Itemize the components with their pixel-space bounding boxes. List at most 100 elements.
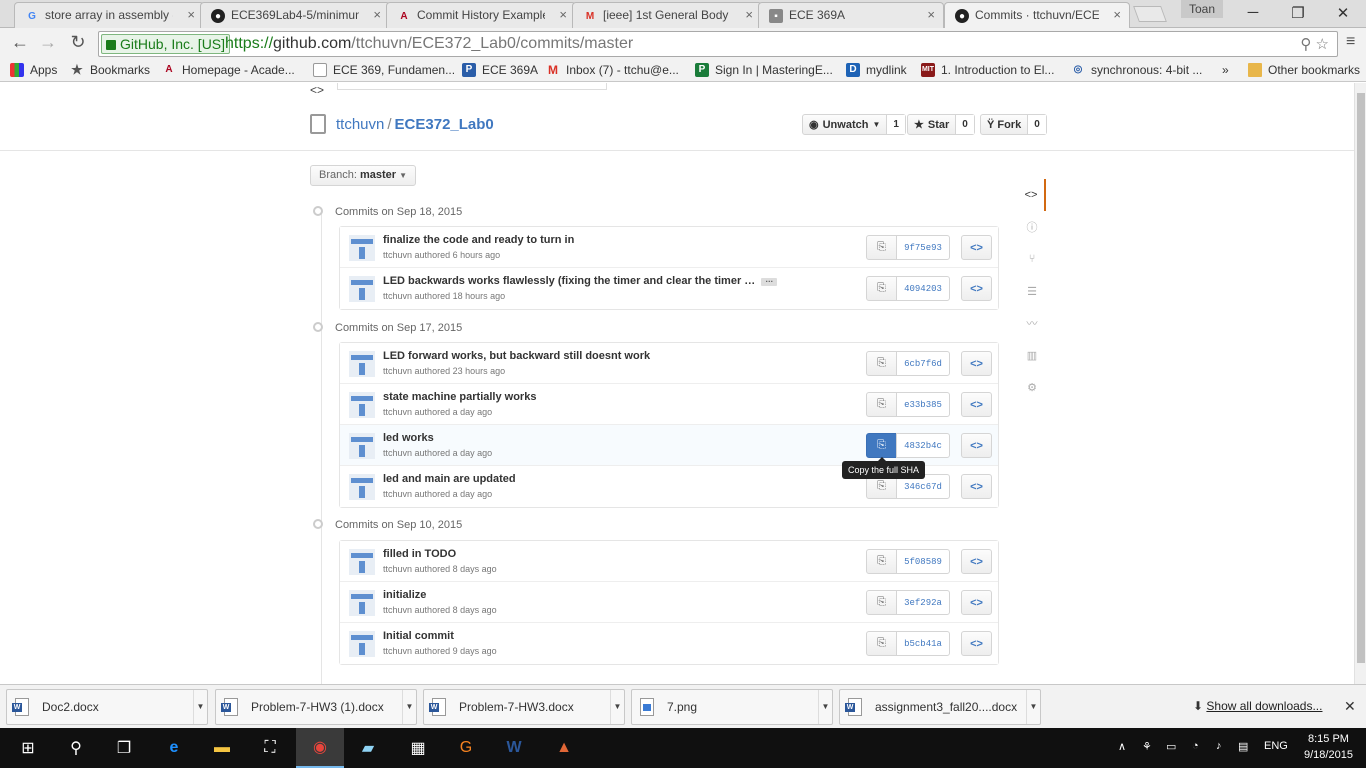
chevron-down-icon[interactable]: ▼ (193, 690, 207, 724)
commit-sha-link[interactable]: 9f75e93 (896, 235, 950, 260)
network-icon[interactable]: ▭ (1166, 740, 1176, 753)
commit-sha-link[interactable]: e33b385 (896, 392, 950, 417)
commit-sha-link[interactable]: 4094203 (896, 276, 950, 301)
browse-code-button[interactable]: <> (961, 631, 992, 656)
close-icon[interactable]: × (1113, 7, 1121, 22)
commit-author-link[interactable]: ttchuvn (383, 605, 412, 615)
foxit-pdf-icon[interactable]: G (442, 728, 490, 768)
chevron-down-icon[interactable]: ▼ (402, 690, 416, 724)
browser-tab[interactable]: ▪ ECE 369A × (758, 2, 944, 28)
copy-sha-button[interactable]: ⎘ (866, 276, 897, 301)
bookmark-star-icon[interactable]: ☆ (1316, 36, 1329, 53)
forward-icon[interactable]: → (36, 32, 60, 53)
search-icon[interactable]: ⚲ (52, 728, 100, 768)
url-text[interactable]: https://github.com/ttchuvn/ECE372_Lab0/c… (225, 35, 633, 53)
bookmark-other[interactable]: Other bookmarks (1248, 63, 1360, 77)
chrome-icon[interactable]: ◉ (296, 728, 344, 768)
commit-title-link[interactable]: finalize the code and ready to turn in (383, 234, 574, 246)
close-icon[interactable]: × (927, 7, 935, 22)
start-windows-icon[interactable]: ⊞ (4, 728, 52, 768)
reload-icon[interactable]: ↻ (66, 32, 90, 53)
profile-button[interactable]: Toan (1181, 0, 1223, 18)
nav-pull-requests[interactable]: ⑂ (1018, 243, 1046, 275)
avatar[interactable] (349, 392, 375, 418)
task-view-icon[interactable]: ❐ (100, 728, 148, 768)
word-icon[interactable]: W (490, 728, 538, 768)
avatar[interactable] (349, 235, 375, 261)
close-downloads-icon[interactable]: ✕ (1344, 698, 1356, 715)
nav-settings[interactable]: ⚙ (1018, 371, 1046, 403)
copy-sha-button[interactable]: ⎘ (866, 590, 897, 615)
browse-code-button[interactable]: <> (961, 351, 992, 376)
copy-sha-button[interactable]: ⎘ (866, 235, 897, 260)
avatar[interactable] (349, 276, 375, 302)
commit-author-link[interactable]: ttchuvn (383, 564, 412, 574)
watchers-count[interactable]: 1 (887, 115, 905, 134)
avatar[interactable] (349, 590, 375, 616)
commit-title-link[interactable]: LED backwards works flawlessly (fixing t… (383, 275, 778, 287)
avatar[interactable] (349, 351, 375, 377)
browse-code-button[interactable]: <> (961, 590, 992, 615)
star-button[interactable]: ★ Star 0 (907, 114, 975, 135)
scrollbar-thumb[interactable] (1357, 93, 1365, 663)
copy-sha-button[interactable]: ⎘ (866, 549, 897, 574)
avatar[interactable] (349, 549, 375, 575)
bookmark-apps[interactable]: Apps (10, 63, 57, 77)
download-item[interactable]: Problem-7-HW3 (1).docx ▼ (215, 689, 417, 725)
input-language[interactable]: ENG (1264, 740, 1288, 752)
fork-button[interactable]: Ÿ Fork 0 (980, 114, 1047, 135)
nav-wiki[interactable]: ☰ (1018, 275, 1046, 307)
download-item[interactable]: Problem-7-HW3.docx ▼ (423, 689, 625, 725)
download-item[interactable]: Doc2.docx ▼ (6, 689, 208, 725)
notepad-icon[interactable]: ▰ (344, 728, 392, 768)
close-icon[interactable]: × (187, 7, 195, 22)
commit-title-link[interactable]: led works (383, 432, 434, 444)
bookmark-item[interactable]: ◎ synchronous: 4-bit ... (1071, 63, 1203, 77)
back-icon[interactable]: ← (8, 32, 32, 53)
minimize-icon[interactable]: ─ (1238, 4, 1268, 21)
copy-sha-button[interactable]: ⎘ (866, 433, 897, 458)
copy-sha-button[interactable]: ⎘ (866, 351, 897, 376)
browser-tab[interactable]: ● ECE369Lab4-5/minimum × (200, 2, 390, 28)
volume-icon[interactable]: ♪ (1216, 740, 1222, 752)
commit-author-link[interactable]: ttchuvn (383, 250, 412, 260)
edge-icon[interactable]: e (150, 728, 198, 768)
search-icon[interactable]: ⚲ (1300, 36, 1311, 53)
tray-chevron-icon[interactable]: ∧ (1118, 740, 1126, 753)
matlab-icon[interactable]: ▲ (540, 728, 588, 768)
browser-tab-active[interactable]: ● Commits · ttchuvn/ECE37 × (944, 2, 1130, 29)
notifications-icon[interactable]: ▤ (1238, 740, 1248, 753)
browse-code-button[interactable]: <> (961, 392, 992, 417)
browse-code-button[interactable]: <> (961, 549, 992, 574)
avatar[interactable] (349, 474, 375, 500)
commit-sha-link[interactable]: b5cb41a (896, 631, 950, 656)
commit-author-link[interactable]: ttchuvn (383, 489, 412, 499)
forks-count[interactable]: 0 (1028, 115, 1046, 134)
browser-tab[interactable]: G store array in assembly - × (14, 2, 204, 28)
nav-graphs[interactable]: ▥ (1018, 339, 1046, 371)
chevron-down-icon[interactable]: ▼ (1026, 690, 1040, 724)
browser-tab[interactable]: A Commit History Example × (386, 2, 576, 28)
tray-app-icon[interactable]: ⚘ (1142, 740, 1152, 753)
bookmark-item[interactable]: ★ Bookmarks (70, 63, 150, 78)
commit-author-link[interactable]: ttchuvn (383, 366, 412, 376)
repo-owner-link[interactable]: ttchuvn (336, 116, 384, 133)
bookmark-item[interactable]: A Homepage - Acade... (162, 63, 294, 77)
new-tab-button[interactable] (1133, 6, 1167, 22)
nav-issues[interactable]: ⓘ (1018, 211, 1046, 243)
commit-sha-link[interactable]: 5f08589 (896, 549, 950, 574)
bookmark-item[interactable]: P ECE 369A (462, 63, 538, 77)
expand-message-button[interactable]: … (761, 276, 778, 286)
nav-code[interactable]: <> (1018, 179, 1046, 211)
commit-author-link[interactable]: ttchuvn (383, 646, 412, 656)
branch-selector[interactable]: Branch: master ▼ (310, 165, 417, 186)
commit-title-link[interactable]: led and main are updated (383, 473, 516, 485)
bookmark-item[interactable]: Dmydlink (846, 63, 907, 77)
ev-certificate-badge[interactable]: GitHub, Inc. [US] (101, 34, 231, 54)
commit-sha-link[interactable]: 3ef292a (896, 590, 950, 615)
browser-tab[interactable]: M [ieee] 1st General Body M × (572, 2, 762, 28)
bookmark-item[interactable]: MIT 1. Introduction to El... (921, 63, 1054, 77)
store-icon[interactable]: ⛶ (246, 728, 294, 768)
copy-sha-button[interactable]: ⎘ (866, 392, 897, 417)
download-item[interactable]: 7.png ▼ (631, 689, 833, 725)
